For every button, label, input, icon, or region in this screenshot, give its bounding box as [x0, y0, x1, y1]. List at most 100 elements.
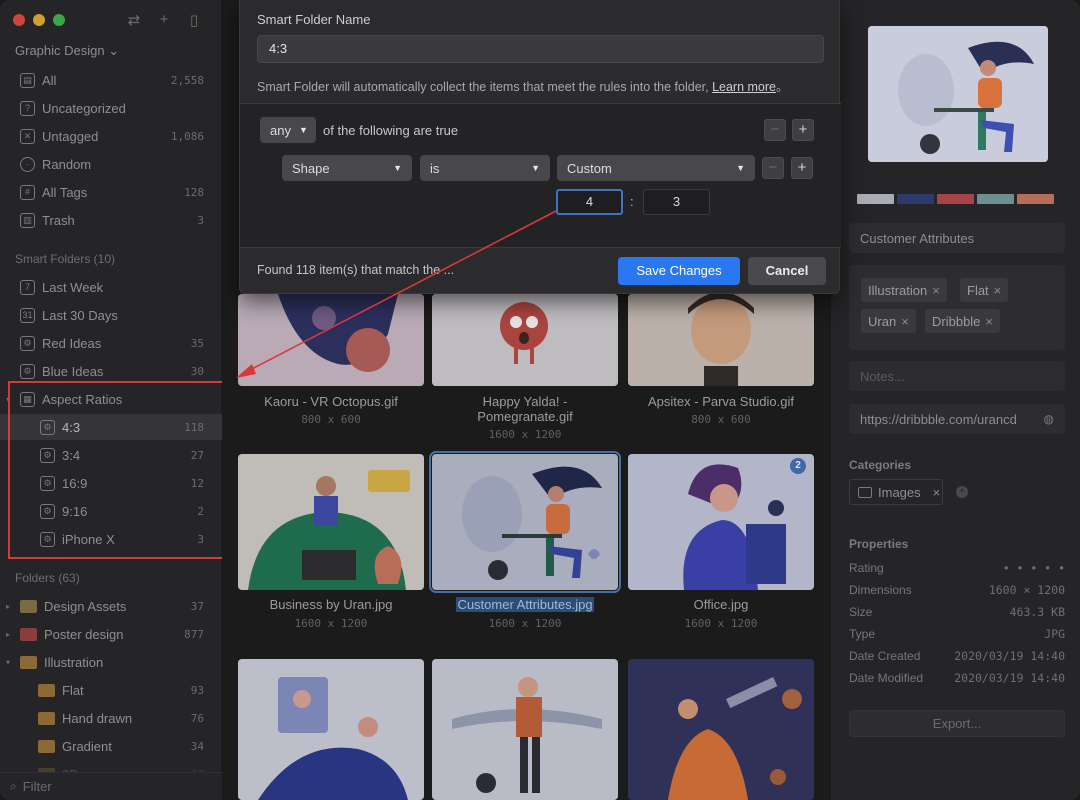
folder-icon: [20, 655, 37, 669]
smart-folder-last-week[interactable]: 7 Last Week: [0, 274, 222, 300]
thumbnail-office[interactable]: [628, 454, 814, 590]
tags-box[interactable]: Illustration × Flat × Uran × Dribbble ×: [849, 265, 1065, 350]
calendar-icon: 31: [20, 307, 35, 323]
property-value: 463.3 KB: [1009, 605, 1065, 619]
color-palette: [857, 194, 1054, 204]
rating-stars[interactable]: • • • • •: [1003, 561, 1065, 575]
sidebar-item-uncategorized[interactable]: ? Uncategorized: [0, 95, 222, 121]
sidebar-toggle-icon[interactable]: ▯: [186, 11, 202, 29]
business-illustration: [238, 454, 424, 590]
tag-chip[interactable]: Uran ×: [861, 309, 916, 333]
remove-tag-icon[interactable]: ×: [985, 314, 993, 329]
property-size: Size 463.3 KB: [849, 605, 1065, 619]
item-title-line-2: Pomegranate.gif: [477, 409, 573, 424]
color-swatch[interactable]: [1017, 194, 1054, 204]
folder-illustration[interactable]: Illustration: [0, 649, 222, 675]
sidebar-item-label: Poster design: [44, 626, 124, 642]
divider: [240, 247, 841, 248]
sidebar-item-trash[interactable]: ▥ Trash 3: [0, 207, 222, 233]
notes-field[interactable]: Notes...: [849, 361, 1065, 391]
thumbnail-happy-yalda[interactable]: [432, 294, 618, 386]
category-chip[interactable]: Images ×: [849, 479, 943, 505]
sidebar-item-label: Illustration: [44, 654, 104, 670]
smart-folder-name-input[interactable]: 4:3: [257, 35, 824, 63]
color-swatch[interactable]: [937, 194, 974, 204]
smart-folder-dialog: Smart Folder Name 4:3 Smart Folder will …: [239, 0, 841, 294]
remove-tag-icon[interactable]: ×: [932, 283, 940, 298]
thumbnail-customer-attributes[interactable]: [429, 451, 621, 593]
category-label: Images: [878, 484, 921, 500]
learn-more-link[interactable]: Learn more: [712, 80, 776, 94]
item-title: Apsitex - Parva Studio.gif: [648, 394, 794, 409]
rule-value-select[interactable]: Custom ▼: [557, 155, 755, 181]
remove-tag-icon[interactable]: ×: [994, 283, 1002, 298]
thumbnail-telescope-illustration[interactable]: [628, 659, 814, 800]
remove-rule-button[interactable]: −: [762, 157, 784, 179]
property-date-modified: Date Modified 2020/03/19 14:40: [849, 671, 1065, 685]
minimize-window-button[interactable]: [33, 14, 45, 26]
thumbnail-people-illustration[interactable]: [432, 659, 618, 800]
item-dimensions: 1600 x 1200: [488, 617, 562, 630]
library-switcher[interactable]: Graphic Design ⌄: [15, 43, 119, 59]
filter-bar[interactable]: ⌕ Filter: [0, 772, 222, 800]
folders-header[interactable]: Folders (63): [15, 571, 80, 585]
sidebar-item-count: 37: [190, 599, 204, 613]
cancel-button[interactable]: Cancel: [748, 257, 826, 285]
remove-group-button[interactable]: −: [764, 119, 786, 141]
folder-gradient[interactable]: Gradient 34: [0, 733, 222, 759]
rule-field-select[interactable]: Shape ▼: [282, 155, 412, 181]
tag-chip[interactable]: Illustration ×: [861, 278, 947, 302]
folder-icon: [858, 486, 872, 498]
folder-poster-design[interactable]: Poster design 877: [0, 621, 222, 647]
add-rule-button[interactable]: +: [791, 157, 813, 179]
url-field[interactable]: https://dribbble.com/urancd ◍: [849, 404, 1065, 434]
color-swatch[interactable]: [977, 194, 1014, 204]
color-swatch[interactable]: [897, 194, 934, 204]
item-title-selected[interactable]: Customer Attributes.jpg: [432, 597, 618, 612]
remove-category-icon[interactable]: ×: [933, 485, 941, 500]
rule-operator-select[interactable]: is ▼: [420, 155, 550, 181]
add-group-button[interactable]: +: [792, 119, 814, 141]
remove-tag-icon[interactable]: ×: [901, 314, 909, 329]
save-changes-button[interactable]: Save Changes: [618, 257, 740, 285]
export-button[interactable]: Export...: [849, 710, 1065, 737]
tag-label: Flat: [967, 282, 989, 298]
folder-design-assets[interactable]: Design Assets 37: [0, 593, 222, 619]
sidebar-item-untagged[interactable]: ✕ Untagged 1,086: [0, 123, 222, 149]
ratio-width-input[interactable]: 4: [556, 189, 623, 215]
chevron-down-icon: ▼: [736, 163, 745, 173]
folder-hand-drawn[interactable]: Hand drawn 76: [0, 705, 222, 731]
smart-folder-last-30-days[interactable]: 31 Last 30 Days: [0, 302, 222, 328]
filter-input[interactable]: Filter: [23, 779, 52, 794]
sidebar-item-random[interactable]: · Random: [0, 151, 222, 177]
thumbnail-business-by-uran[interactable]: [238, 454, 424, 590]
sync-icon[interactable]: ⇄: [126, 11, 142, 29]
selected-title-text[interactable]: Customer Attributes.jpg: [456, 597, 594, 612]
smart-folders-header[interactable]: Smart Folders (10): [15, 252, 115, 266]
folder-flat[interactable]: Flat 93: [0, 677, 222, 703]
tag-label: Dribbble: [932, 313, 981, 329]
item-name-field[interactable]: Customer Attributes: [849, 223, 1065, 253]
tag-chip[interactable]: Flat ×: [960, 278, 1009, 302]
thumbnail-apsitex-parva[interactable]: [628, 294, 814, 386]
sidebar-item-all[interactable]: ▤ All 2,558: [0, 67, 222, 93]
smart-folder-red-ideas[interactable]: ⚙ Red Ideas 35: [0, 330, 222, 356]
ratio-height-input[interactable]: 3: [643, 189, 710, 215]
zoom-window-button[interactable]: [53, 14, 65, 26]
match-mode-select[interactable]: any ▼: [260, 117, 316, 143]
close-window-button[interactable]: [13, 14, 25, 26]
item-dimensions: 1600 x 1200: [294, 617, 368, 630]
color-swatch[interactable]: [857, 194, 894, 204]
thumbnail-reading-illustration[interactable]: [238, 659, 424, 800]
thumbnail-kaoru-vr-octopus[interactable]: [238, 294, 424, 386]
sidebar-item-count: 128: [184, 185, 204, 199]
tag-chip[interactable]: Dribbble ×: [925, 309, 1001, 333]
preview-thumbnail[interactable]: [868, 26, 1048, 162]
property-value: JPG: [1044, 627, 1065, 641]
trash-icon: ▥: [20, 212, 35, 228]
globe-icon[interactable]: ◍: [1044, 412, 1054, 426]
sidebar-item-all-tags[interactable]: # All Tags 128: [0, 179, 222, 205]
add-icon[interactable]: +: [156, 11, 172, 29]
add-category-icon[interactable]: +: [956, 486, 968, 498]
categories-header: Categories: [849, 458, 912, 472]
